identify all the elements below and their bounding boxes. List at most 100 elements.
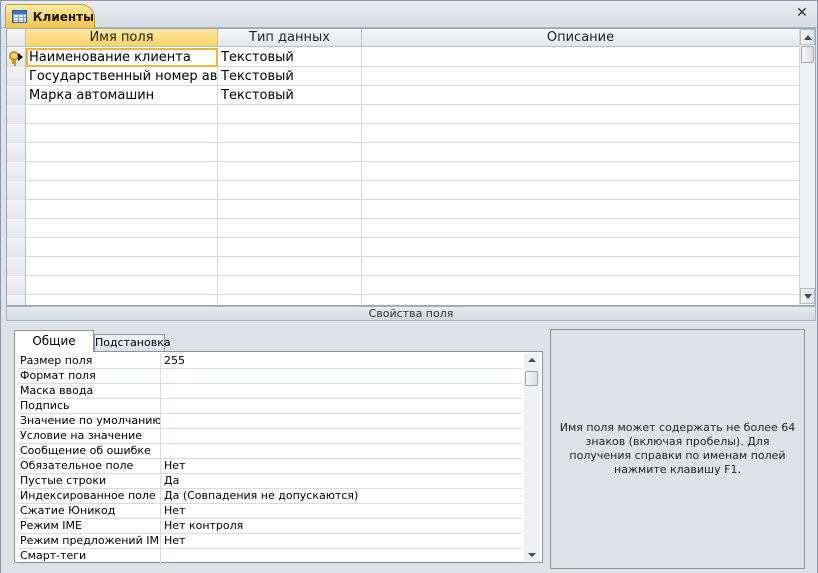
property-value[interactable] [162, 369, 522, 383]
data-type-cell[interactable] [218, 105, 362, 124]
description-cell[interactable] [362, 276, 800, 295]
row-selector[interactable] [7, 219, 26, 238]
field-name-cell[interactable] [26, 162, 218, 181]
row-selector[interactable] [7, 162, 26, 181]
property-row[interactable]: Размер поля 255 [18, 354, 522, 369]
property-row[interactable]: Обязательное поле Нет [18, 459, 522, 474]
table-row[interactable] [7, 162, 800, 181]
table-row[interactable] [7, 276, 800, 295]
description-cell[interactable] [362, 238, 800, 257]
property-value[interactable] [162, 399, 522, 413]
row-selector-header[interactable] [7, 29, 26, 47]
description-cell[interactable] [362, 48, 800, 67]
table-row[interactable]: Наименование клиента Текстовый [7, 48, 800, 67]
property-row[interactable]: Значение по умолчанию [18, 414, 522, 429]
description-cell[interactable] [362, 181, 800, 200]
description-cell[interactable] [362, 257, 800, 276]
property-value[interactable] [162, 384, 522, 398]
field-name-cell[interactable] [26, 181, 218, 200]
properties-scroll-thumb[interactable] [525, 371, 538, 386]
field-name-cell[interactable] [26, 257, 218, 276]
field-name-cell[interactable] [26, 238, 218, 257]
data-type-cell[interactable]: Текстовый [218, 67, 362, 86]
table-row[interactable] [7, 124, 800, 143]
property-row[interactable]: Формат поля [18, 369, 522, 384]
property-row[interactable]: Режим IME Нет контроля [18, 519, 522, 534]
data-type-cell[interactable] [218, 200, 362, 219]
data-type-cell[interactable] [218, 276, 362, 295]
data-type-cell[interactable] [218, 295, 362, 305]
row-selector[interactable] [7, 105, 26, 124]
arrow-down-icon[interactable] [528, 553, 536, 557]
field-name-cell[interactable]: Наименование клиента [26, 48, 218, 67]
field-name-cell[interactable] [26, 105, 218, 124]
close-icon[interactable]: ✕ [795, 6, 809, 20]
table-row[interactable] [7, 105, 800, 124]
field-name-cell[interactable] [26, 295, 218, 305]
property-value[interactable]: Нет контроля [162, 519, 522, 533]
property-value[interactable]: Да [162, 474, 522, 488]
property-row[interactable]: Условие на значение [18, 429, 522, 444]
description-cell[interactable] [362, 143, 800, 162]
scroll-thumb[interactable] [801, 46, 814, 63]
description-cell[interactable] [362, 200, 800, 219]
field-name-cell[interactable] [26, 124, 218, 143]
field-name-cell[interactable]: Государственный номер авто [26, 67, 218, 86]
scroll-up-button[interactable] [800, 29, 815, 45]
row-selector[interactable] [7, 238, 26, 257]
table-row[interactable] [7, 219, 800, 238]
property-value[interactable]: Нет [162, 504, 522, 518]
data-type-cell[interactable]: Текстовый [218, 86, 362, 105]
data-type-cell[interactable]: Текстовый [218, 48, 362, 67]
description-cell[interactable] [362, 295, 800, 305]
column-header-field-name[interactable]: Имя поля [26, 29, 218, 47]
property-row[interactable]: Пустые строки Да [18, 474, 522, 489]
field-name-cell[interactable] [26, 276, 218, 295]
data-type-cell[interactable] [218, 257, 362, 276]
table-row[interactable] [7, 181, 800, 200]
data-type-cell[interactable] [218, 162, 362, 181]
row-selector[interactable] [7, 67, 26, 86]
description-cell[interactable] [362, 162, 800, 181]
row-selector[interactable] [7, 295, 26, 305]
table-row[interactable] [7, 238, 800, 257]
properties-vertical-scrollbar[interactable] [524, 354, 540, 561]
description-cell[interactable] [362, 124, 800, 143]
field-name-cell[interactable] [26, 219, 218, 238]
property-row[interactable]: Смарт-теги [18, 549, 522, 564]
field-name-cell[interactable]: Марка автомашин [26, 86, 218, 105]
data-type-cell[interactable] [218, 124, 362, 143]
column-header-description[interactable]: Описание [362, 29, 800, 47]
row-selector[interactable] [7, 86, 26, 105]
table-row[interactable]: Государственный номер авто Текстовый [7, 67, 800, 86]
row-selector[interactable] [7, 257, 26, 276]
description-cell[interactable] [362, 105, 800, 124]
description-cell[interactable] [362, 86, 800, 105]
data-type-cell[interactable] [218, 219, 362, 238]
property-value[interactable]: Да (Совпадения не допускаются) [162, 489, 522, 503]
property-row[interactable]: Подпись [18, 399, 522, 414]
arrow-up-icon[interactable] [528, 358, 536, 362]
property-value[interactable] [162, 429, 522, 443]
row-selector[interactable] [7, 276, 26, 295]
description-cell[interactable] [362, 219, 800, 238]
property-row[interactable]: Сообщение об ошибке [18, 444, 522, 459]
table-row[interactable]: Марка автомашин Текстовый [7, 86, 800, 105]
table-row[interactable] [7, 200, 800, 219]
column-header-data-type[interactable]: Тип данных [218, 29, 362, 47]
property-row[interactable]: Сжатие Юникод Нет [18, 504, 522, 519]
description-cell[interactable] [362, 67, 800, 86]
property-value[interactable]: Нет [162, 534, 522, 548]
property-value[interactable]: 255 [162, 354, 522, 368]
row-selector[interactable] [7, 181, 26, 200]
tab-general[interactable]: Общие [14, 330, 94, 352]
table-row[interactable] [7, 257, 800, 276]
property-value[interactable] [162, 444, 522, 458]
field-name-cell[interactable] [26, 200, 218, 219]
table-row[interactable] [7, 295, 800, 305]
grid-vertical-scrollbar[interactable] [799, 29, 815, 305]
property-value[interactable]: Нет [162, 459, 522, 473]
data-type-cell[interactable] [218, 181, 362, 200]
field-name-cell[interactable] [26, 143, 218, 162]
data-type-cell[interactable] [218, 238, 362, 257]
